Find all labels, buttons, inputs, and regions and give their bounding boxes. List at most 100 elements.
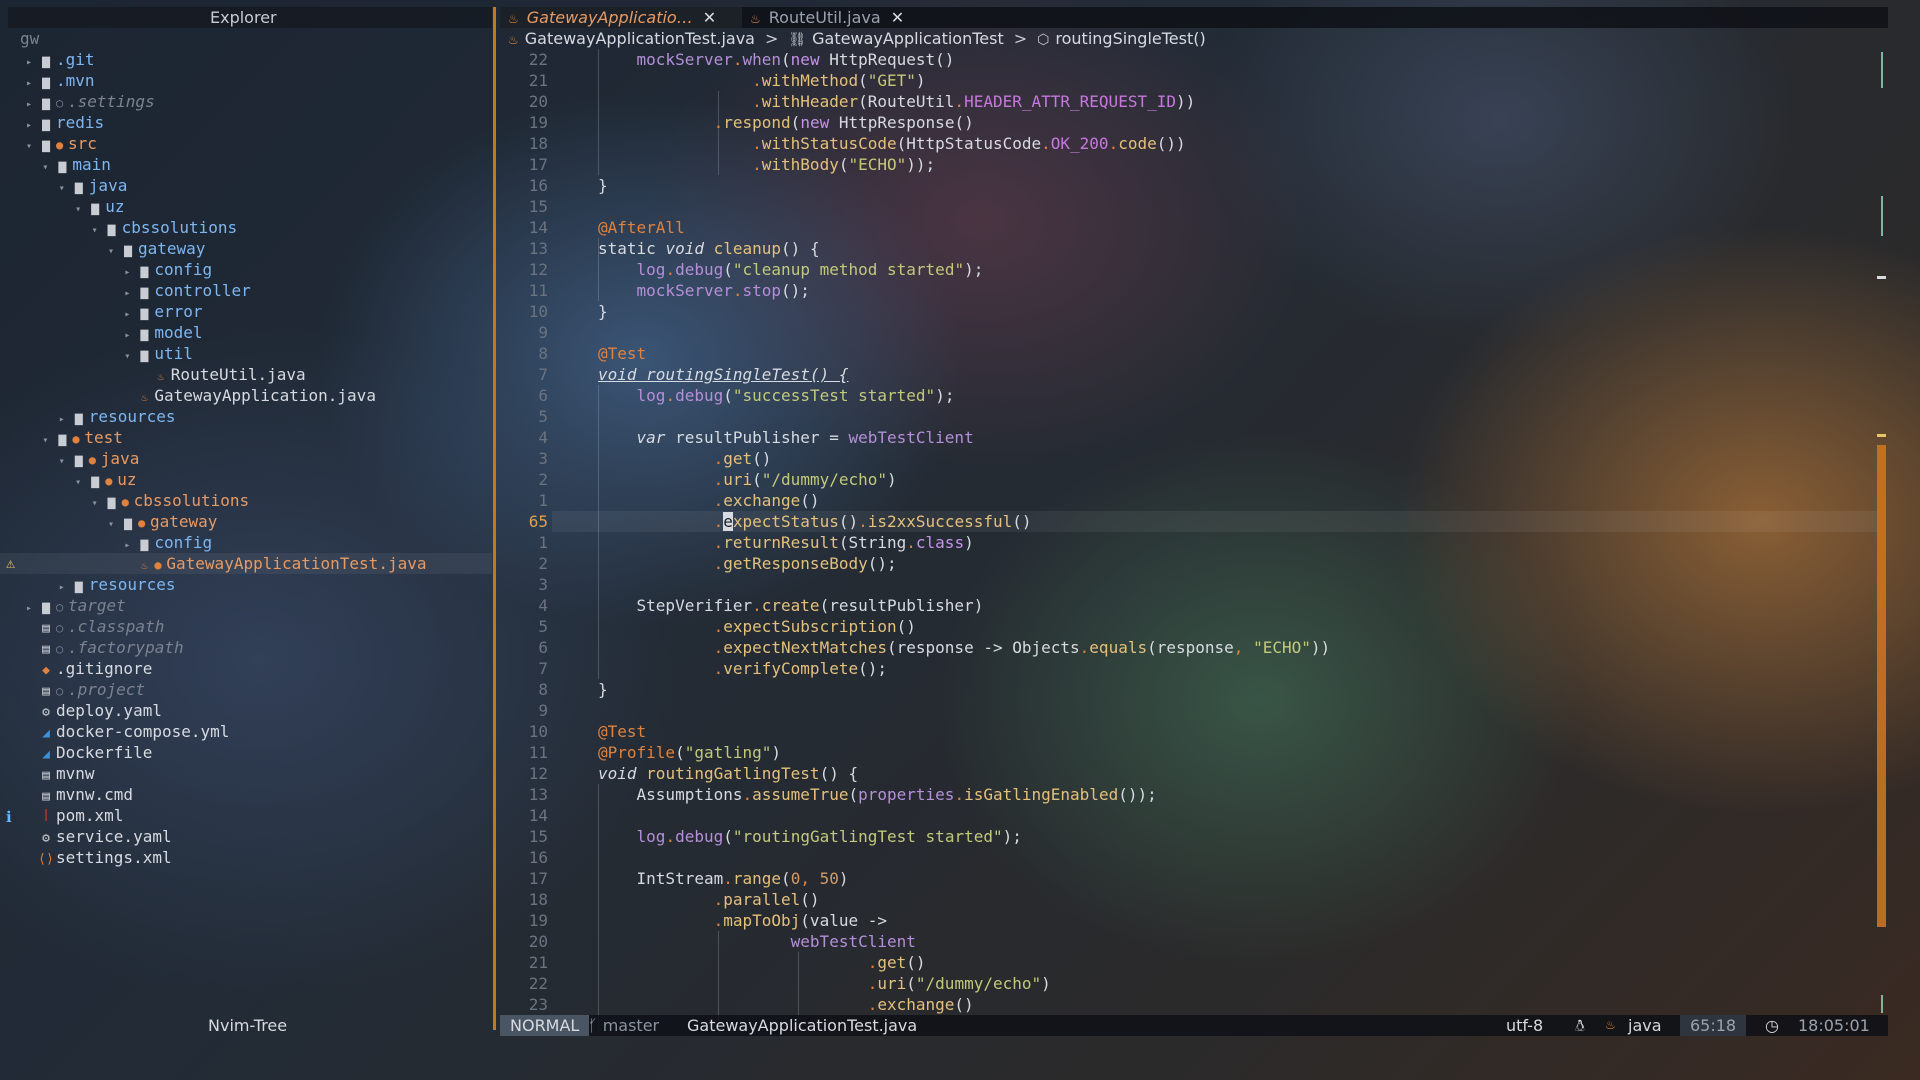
tree-file[interactable]: ▤ mvnw bbox=[0, 763, 492, 784]
tree-folder[interactable]: ▸ ▆ ○ target bbox=[0, 595, 492, 616]
tree-file[interactable]: ◢ Dockerfile bbox=[0, 742, 492, 763]
breadcrumb-class[interactable]: GatewayApplicationTest bbox=[812, 29, 1004, 48]
code-line[interactable] bbox=[598, 574, 1878, 595]
code-line[interactable]: IntStream.range(0, 50) bbox=[598, 868, 1878, 889]
tree-folder[interactable]: ▾ ▆ uz bbox=[0, 196, 492, 217]
code-line[interactable]: .exchange() bbox=[598, 994, 1878, 1015]
code-line[interactable]: } bbox=[598, 175, 1878, 196]
tree-file[interactable]: ▤ ○ .classpath bbox=[0, 616, 492, 637]
tree-folder[interactable]: ▾ ▆ ● src bbox=[0, 133, 492, 154]
code-line[interactable] bbox=[598, 805, 1878, 826]
tree-file[interactable]: ▤ ○ .project bbox=[0, 679, 492, 700]
tree-folder[interactable]: ▾ ▆ ● java bbox=[0, 448, 492, 469]
code-line[interactable]: .parallel() bbox=[598, 889, 1878, 910]
tree-file[interactable]: ⟨⟩ settings.xml bbox=[0, 847, 492, 868]
tree-folder[interactable]: ▾ ▆ ● test bbox=[0, 427, 492, 448]
code-line[interactable]: .withHeader(RouteUtil.HEADER_ATTR_REQUES… bbox=[598, 91, 1878, 112]
tree-folder[interactable]: ▸ ▆ redis bbox=[0, 112, 492, 133]
code-line[interactable]: .withStatusCode(HttpStatusCode.OK_200.co… bbox=[598, 133, 1878, 154]
tree-file[interactable]: ♨ ● GatewayApplicationTest.java bbox=[0, 553, 492, 574]
code-line[interactable]: .exchange() bbox=[598, 490, 1878, 511]
tree-file[interactable]: ꟾ pom.xml bbox=[0, 805, 492, 826]
tree-folder[interactable]: ▾ ▆ gateway bbox=[0, 238, 492, 259]
close-icon[interactable]: ✕ bbox=[891, 8, 904, 27]
code-line[interactable]: static void cleanup() { bbox=[598, 238, 1878, 259]
code-editor[interactable]: mockServer.when(new HttpRequest() .withM… bbox=[598, 49, 1878, 1015]
close-icon[interactable]: ✕ bbox=[703, 8, 716, 27]
tree-file[interactable]: ⚙ deploy.yaml bbox=[0, 700, 492, 721]
code-line[interactable]: .expectNextMatches(response -> Objects.e… bbox=[598, 637, 1878, 658]
tree-folder[interactable]: ▸ ▆ resources bbox=[0, 406, 492, 427]
tree-folder[interactable]: ▾ ▆ ● uz bbox=[0, 469, 492, 490]
tree-folder[interactable]: ▾ ▆ main bbox=[0, 154, 492, 175]
code-line[interactable]: .uri("/dummy/echo") bbox=[598, 469, 1878, 490]
tree-folder[interactable]: ▸ ▆ config bbox=[0, 532, 492, 553]
tree-folder[interactable]: ▸ ▆ .git bbox=[0, 49, 492, 70]
code-line[interactable]: log.debug("successTest started"); bbox=[598, 385, 1878, 406]
tree-file[interactable]: ◢ docker-compose.yml bbox=[0, 721, 492, 742]
breadcrumb-method[interactable]: routingSingleTest() bbox=[1055, 29, 1205, 48]
tab-gateway-application-test[interactable]: ♨ GatewayApplicatio… ✕ bbox=[500, 7, 742, 28]
tree-folder[interactable]: ▸ ▆ .mvn bbox=[0, 70, 492, 91]
code-line[interactable]: log.debug("routingGatlingTest started"); bbox=[598, 826, 1878, 847]
code-line[interactable]: @AfterAll bbox=[598, 217, 1878, 238]
tree-folder[interactable]: ▸ ▆ controller bbox=[0, 280, 492, 301]
tree-file[interactable]: ⚙ service.yaml bbox=[0, 826, 492, 847]
tree-folder[interactable]: ▾ ▆ ● cbssolutions bbox=[0, 490, 492, 511]
code-line[interactable] bbox=[598, 322, 1878, 343]
tree-folder[interactable]: ▸ ▆ resources bbox=[0, 574, 492, 595]
breadcrumb-file[interactable]: GatewayApplicationTest.java bbox=[525, 29, 755, 48]
code-line[interactable]: .verifyComplete(); bbox=[598, 658, 1878, 679]
code-line[interactable]: .mapToObj(value -> bbox=[598, 910, 1878, 931]
code-line[interactable]: void routingGatlingTest() { bbox=[598, 763, 1878, 784]
tree-file[interactable]: ◆ .gitignore bbox=[0, 658, 492, 679]
code-line[interactable]: .get() bbox=[598, 448, 1878, 469]
code-line[interactable]: .get() bbox=[598, 952, 1878, 973]
code-line[interactable] bbox=[598, 406, 1878, 427]
code-line[interactable]: .withBody("ECHO")); bbox=[598, 154, 1878, 175]
code-line[interactable]: Assumptions.assumeTrue(properties.isGatl… bbox=[598, 784, 1878, 805]
code-line[interactable] bbox=[598, 847, 1878, 868]
tab-route-util[interactable]: ♨ RouteUtil.java ✕ bbox=[742, 7, 948, 28]
code-line[interactable]: mockServer.when(new HttpRequest() bbox=[598, 49, 1878, 70]
tree-file[interactable]: ♨ RouteUtil.java bbox=[0, 364, 492, 385]
tree-item-label: test bbox=[84, 428, 123, 447]
tree-folder[interactable]: ▾ ▆ util bbox=[0, 343, 492, 364]
tree-folder[interactable]: ▸ ▆ error bbox=[0, 301, 492, 322]
code-line[interactable]: .withMethod("GET") bbox=[598, 70, 1878, 91]
code-line[interactable] bbox=[598, 196, 1878, 217]
code-line[interactable]: .expectStatus().is2xxSuccessful() bbox=[598, 511, 1878, 532]
tree-root[interactable]: gw bbox=[0, 28, 492, 49]
tree-folder[interactable]: ▾ ▆ cbssolutions bbox=[0, 217, 492, 238]
code-line[interactable]: @Test bbox=[598, 721, 1878, 742]
code-line[interactable]: .returnResult(String.class) bbox=[598, 532, 1878, 553]
code-line[interactable]: StepVerifier.create(resultPublisher) bbox=[598, 595, 1878, 616]
code-line[interactable]: .expectSubscription() bbox=[598, 616, 1878, 637]
code-line[interactable]: } bbox=[598, 679, 1878, 700]
code-line[interactable]: log.debug("cleanup method started"); bbox=[598, 259, 1878, 280]
code-line[interactable]: } bbox=[598, 301, 1878, 322]
code-line[interactable]: void routingSingleTest() { bbox=[598, 364, 1878, 385]
code-token: , bbox=[1233, 638, 1244, 657]
tree-folder[interactable]: ▸ ▆ model bbox=[0, 322, 492, 343]
code-line[interactable]: var resultPublisher = webTestClient bbox=[598, 427, 1878, 448]
code-line[interactable]: @Test bbox=[598, 343, 1878, 364]
tree-file[interactable]: ▤ ○ .factorypath bbox=[0, 637, 492, 658]
tree-folder[interactable]: ▸ ▆ ○ .settings bbox=[0, 91, 492, 112]
code-line[interactable] bbox=[598, 700, 1878, 721]
code-line[interactable]: .uri("/dummy/echo") bbox=[598, 973, 1878, 994]
tree-folder[interactable]: ▾ ▆ java bbox=[0, 175, 492, 196]
tree-folder[interactable]: ▾ ▆ ● gateway bbox=[0, 511, 492, 532]
window-split-border[interactable] bbox=[493, 7, 496, 1030]
code-line[interactable]: .getResponseBody(); bbox=[598, 553, 1878, 574]
code-line[interactable]: @Profile("gatling") bbox=[598, 742, 1878, 763]
code-line[interactable]: .respond(new HttpResponse() bbox=[598, 112, 1878, 133]
tree-file[interactable]: ▤ mvnw.cmd bbox=[0, 784, 492, 805]
code-line[interactable]: mockServer.stop(); bbox=[598, 280, 1878, 301]
code-token: (); bbox=[858, 659, 887, 678]
code-token: HttpRequest() bbox=[819, 50, 955, 69]
tree-folder[interactable]: ▸ ▆ config bbox=[0, 259, 492, 280]
code-line[interactable]: webTestClient bbox=[598, 931, 1878, 952]
scrollbar-thumb[interactable] bbox=[1877, 445, 1886, 927]
tree-file[interactable]: ♨ GatewayApplication.java bbox=[0, 385, 492, 406]
